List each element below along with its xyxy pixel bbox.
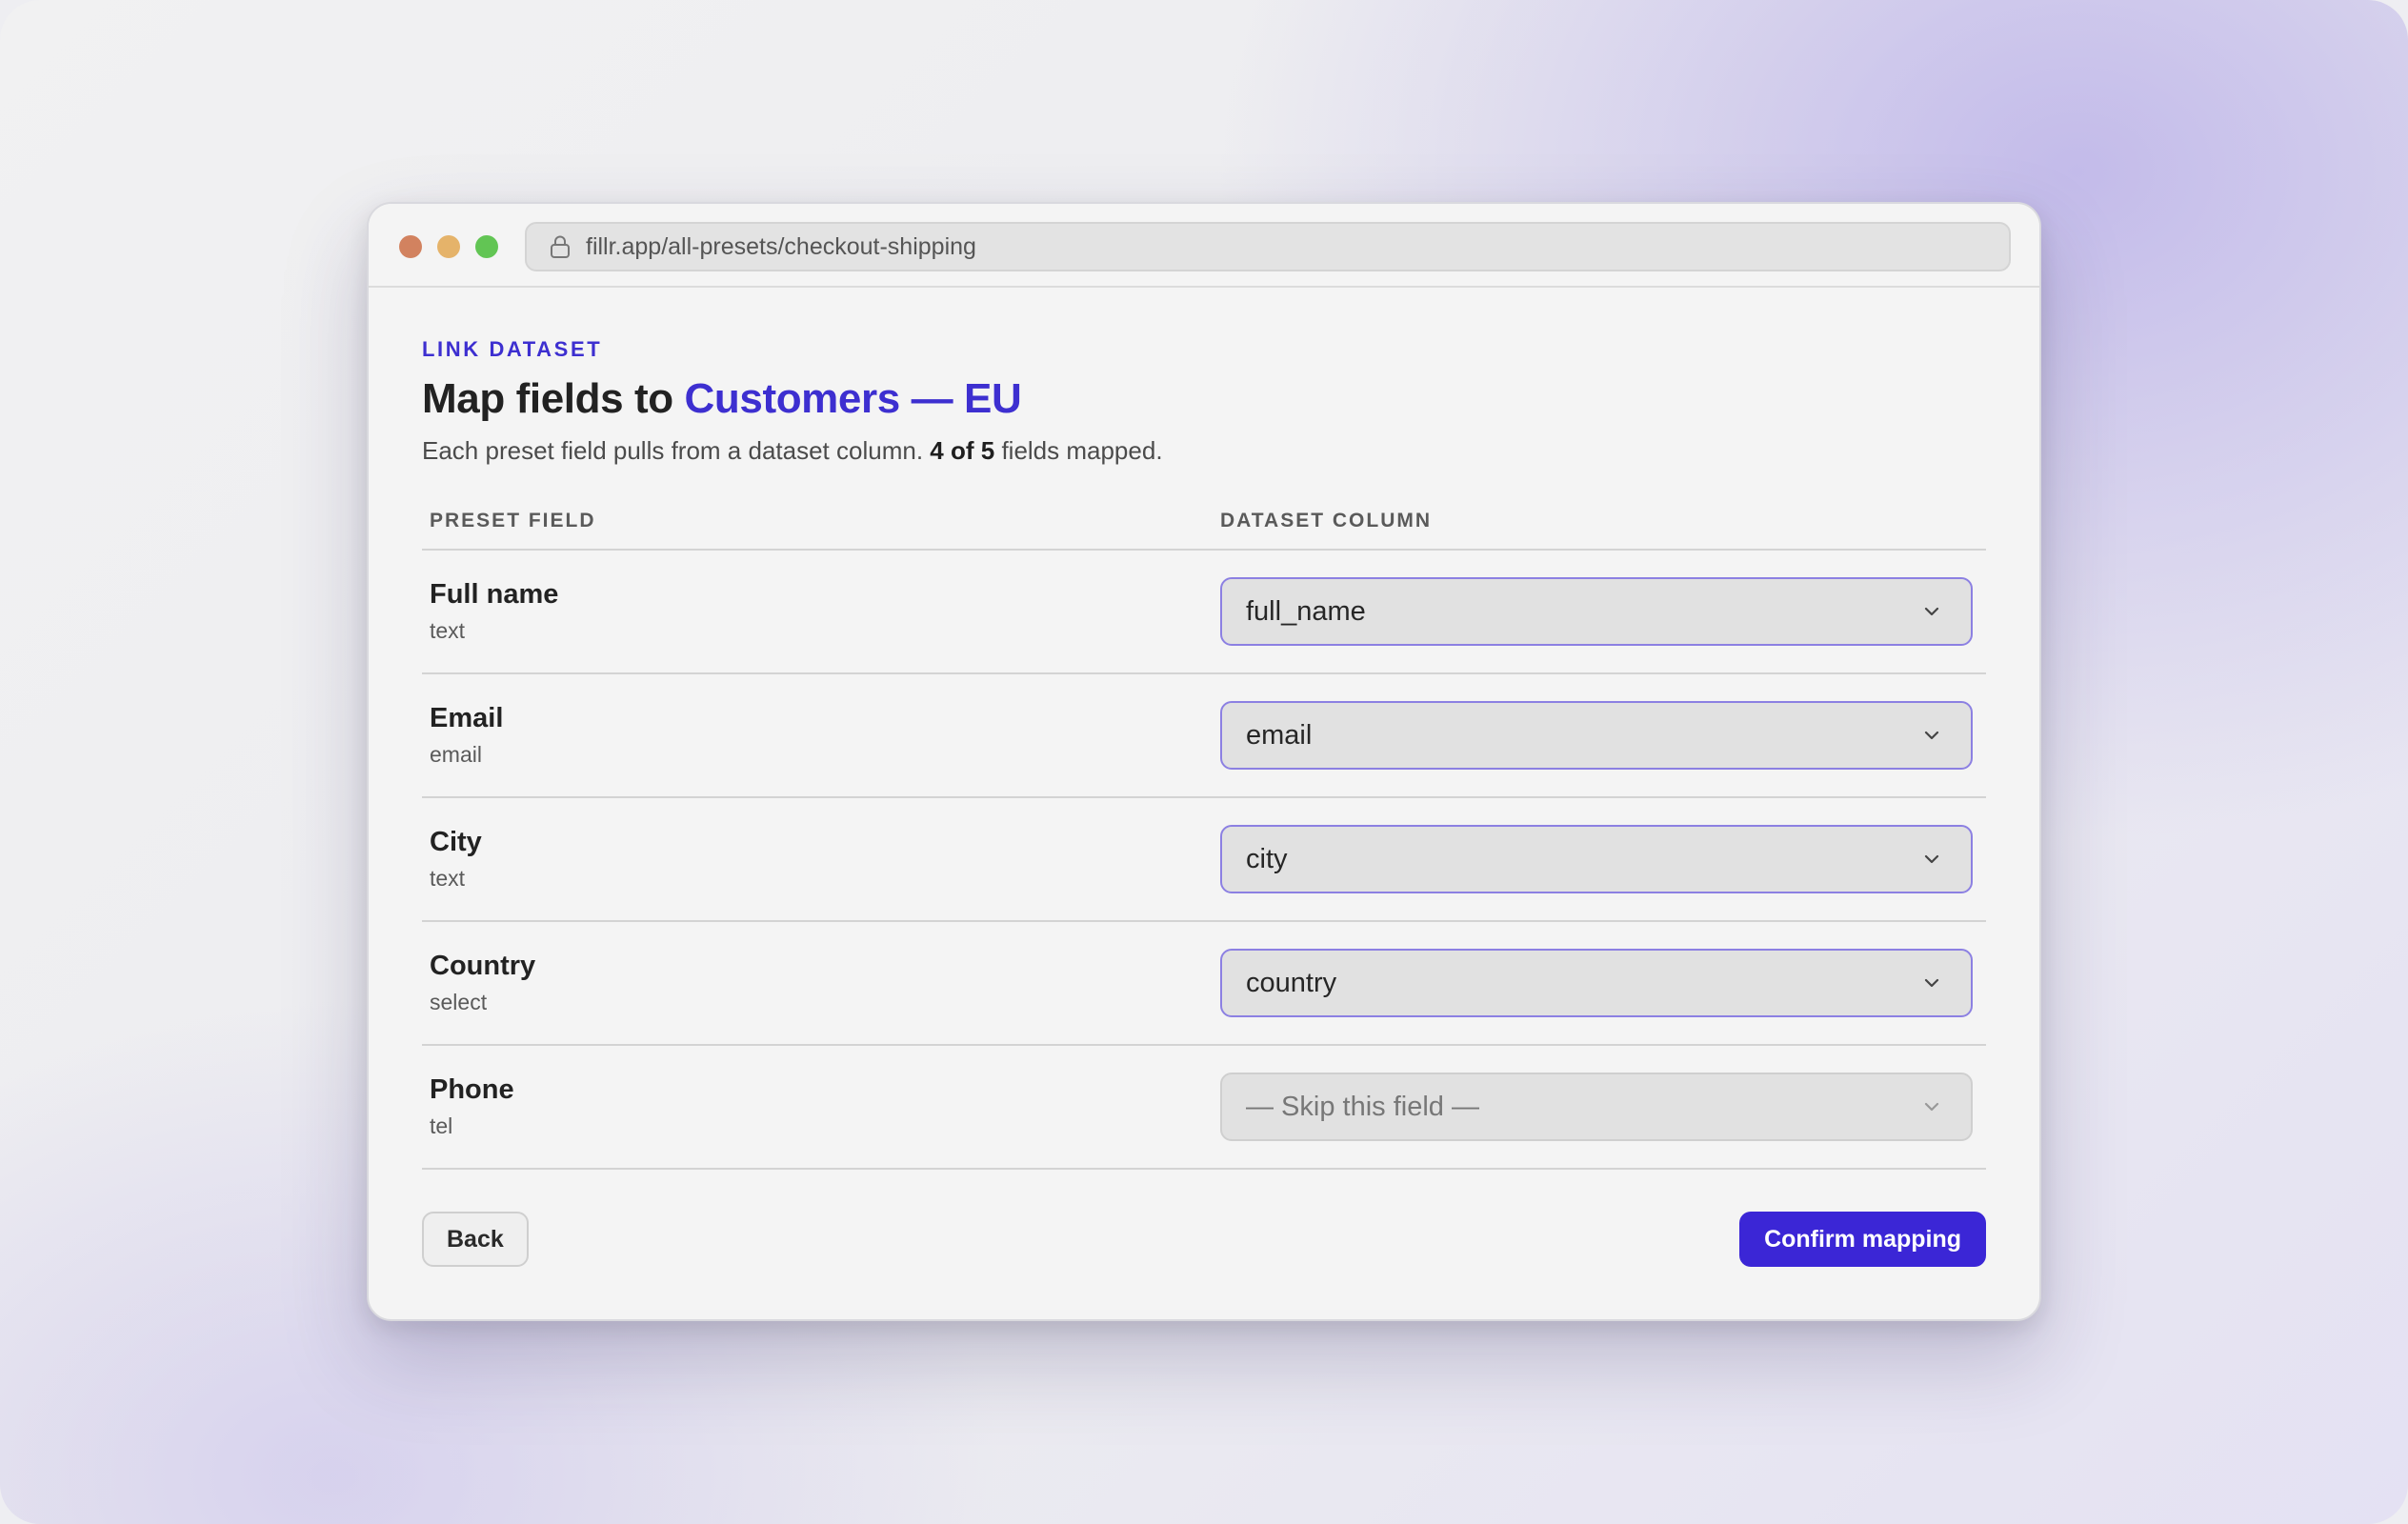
select-value: email bbox=[1246, 719, 1313, 751]
select-value: country bbox=[1246, 967, 1337, 998]
select-value: — Skip this field — bbox=[1246, 1091, 1479, 1122]
subtitle-suffix: fields mapped. bbox=[1001, 436, 1163, 465]
table-row: City text city bbox=[422, 798, 1986, 922]
field-type: email bbox=[430, 742, 482, 767]
chevron-down-icon bbox=[1924, 978, 1939, 988]
preset-field-cell: Phone tel bbox=[422, 1074, 1220, 1139]
subtitle-prefix: Each preset field pulls from a dataset c… bbox=[422, 436, 924, 465]
dataset-name: Customers — EU bbox=[684, 375, 1022, 422]
mapping-table: PRESET FIELD DATASET COLUMN Full name te… bbox=[422, 504, 1986, 1170]
mapped-count: 4 of 5 bbox=[930, 436, 995, 465]
preset-field-cell: Country select bbox=[422, 951, 1220, 1015]
form-footer: Back Confirm mapping bbox=[422, 1212, 1986, 1267]
page-title: Map fields to Customers — EU bbox=[422, 375, 1986, 423]
page-subtitle: Each preset field pulls from a dataset c… bbox=[422, 436, 1986, 466]
field-type: text bbox=[430, 618, 466, 643]
browser-window: fillr.app/all-presets/checkout-shipping … bbox=[367, 202, 2041, 1321]
confirm-mapping-button[interactable]: Confirm mapping bbox=[1739, 1212, 1986, 1267]
field-name: Full name bbox=[430, 579, 559, 610]
minimize-window-button[interactable] bbox=[437, 235, 460, 258]
url-text: fillr.app/all-presets/checkout-shipping bbox=[586, 232, 976, 260]
table-row: Full name text full_name bbox=[422, 551, 1986, 674]
select-value: city bbox=[1246, 843, 1288, 874]
field-type: select bbox=[430, 990, 488, 1014]
field-name: Country bbox=[430, 951, 536, 981]
header-preset-field: PRESET FIELD bbox=[430, 510, 596, 531]
field-type: text bbox=[430, 866, 466, 891]
table-row: Email email email bbox=[422, 674, 1986, 798]
preset-field-cell: Full name text bbox=[422, 579, 1220, 644]
field-name: Email bbox=[430, 703, 504, 733]
address-bar[interactable]: fillr.app/all-presets/checkout-shipping bbox=[525, 222, 2011, 271]
browser-titlebar: fillr.app/all-presets/checkout-shipping bbox=[369, 204, 2039, 288]
chevron-down-icon bbox=[1924, 731, 1939, 740]
header-dataset-column: DATASET COLUMN bbox=[1220, 510, 1433, 531]
close-window-button[interactable] bbox=[399, 235, 422, 258]
column-select-city[interactable]: city bbox=[1220, 825, 1973, 893]
chevron-down-icon bbox=[1924, 854, 1939, 864]
column-select-country[interactable]: country bbox=[1220, 949, 1973, 1017]
page-content: LINK DATASET Map fields to Customers — E… bbox=[369, 288, 2039, 1267]
select-value: full_name bbox=[1246, 595, 1366, 627]
chevron-down-icon bbox=[1924, 607, 1939, 616]
title-prefix: Map fields to bbox=[422, 375, 673, 422]
field-name: City bbox=[430, 827, 482, 857]
lock-icon bbox=[551, 235, 570, 258]
column-select-phone[interactable]: — Skip this field — bbox=[1220, 1073, 1973, 1141]
column-select-email[interactable]: email bbox=[1220, 701, 1973, 770]
table-row: Country select country bbox=[422, 922, 1986, 1046]
table-row: Phone tel — Skip this field — bbox=[422, 1046, 1986, 1170]
back-button[interactable]: Back bbox=[422, 1212, 529, 1267]
table-header: PRESET FIELD DATASET COLUMN bbox=[422, 504, 1986, 551]
eyebrow-label: LINK DATASET bbox=[422, 337, 603, 361]
chevron-down-icon bbox=[1924, 1102, 1939, 1112]
maximize-window-button[interactable] bbox=[475, 235, 498, 258]
column-select-full-name[interactable]: full_name bbox=[1220, 577, 1973, 646]
preset-field-cell: City text bbox=[422, 827, 1220, 892]
preset-field-cell: Email email bbox=[422, 703, 1220, 768]
field-name: Phone bbox=[430, 1074, 514, 1105]
field-type: tel bbox=[430, 1113, 453, 1138]
